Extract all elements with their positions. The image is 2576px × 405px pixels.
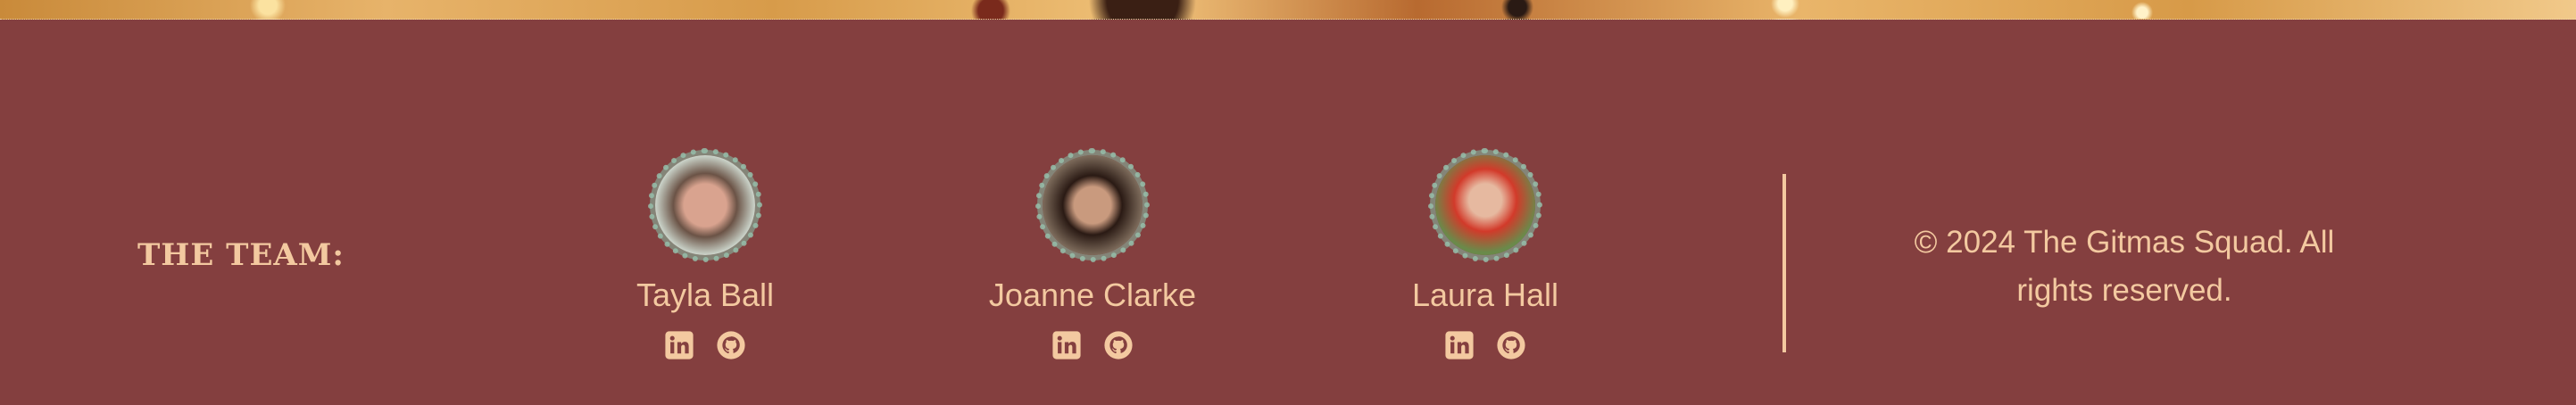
linkedin-icon[interactable] <box>1051 330 1082 360</box>
team-member-joanne-clarke: Joanne Clarke <box>976 148 1209 360</box>
team-heading: THE TEAM: <box>137 237 345 273</box>
team-member-tayla-ball: Tayla Ball <box>589 148 821 360</box>
github-icon[interactable] <box>716 330 746 360</box>
avatar <box>1428 148 1542 262</box>
avatar <box>648 148 762 262</box>
team-member-laura-hall: Laura Hall <box>1369 148 1601 360</box>
social-links <box>976 330 1209 360</box>
social-links <box>1369 330 1601 360</box>
avatar <box>1035 148 1150 262</box>
hero-image-strip <box>0 0 2576 20</box>
site-footer: THE TEAM: Tayla Ball Joanne Clarke Laura… <box>0 20 2576 405</box>
copyright-text: © 2024 The Gitmas Squad. All rights rese… <box>1914 225 2335 308</box>
member-name: Joanne Clarke <box>988 277 1197 313</box>
github-icon[interactable] <box>1496 330 1526 360</box>
footer-divider <box>1782 174 1786 352</box>
github-icon[interactable] <box>1103 330 1134 360</box>
member-name: Tayla Ball <box>636 277 775 313</box>
member-name: Laura Hall <box>1411 277 1559 313</box>
linkedin-icon[interactable] <box>664 330 694 360</box>
linkedin-icon[interactable] <box>1444 330 1475 360</box>
social-links <box>589 330 821 360</box>
